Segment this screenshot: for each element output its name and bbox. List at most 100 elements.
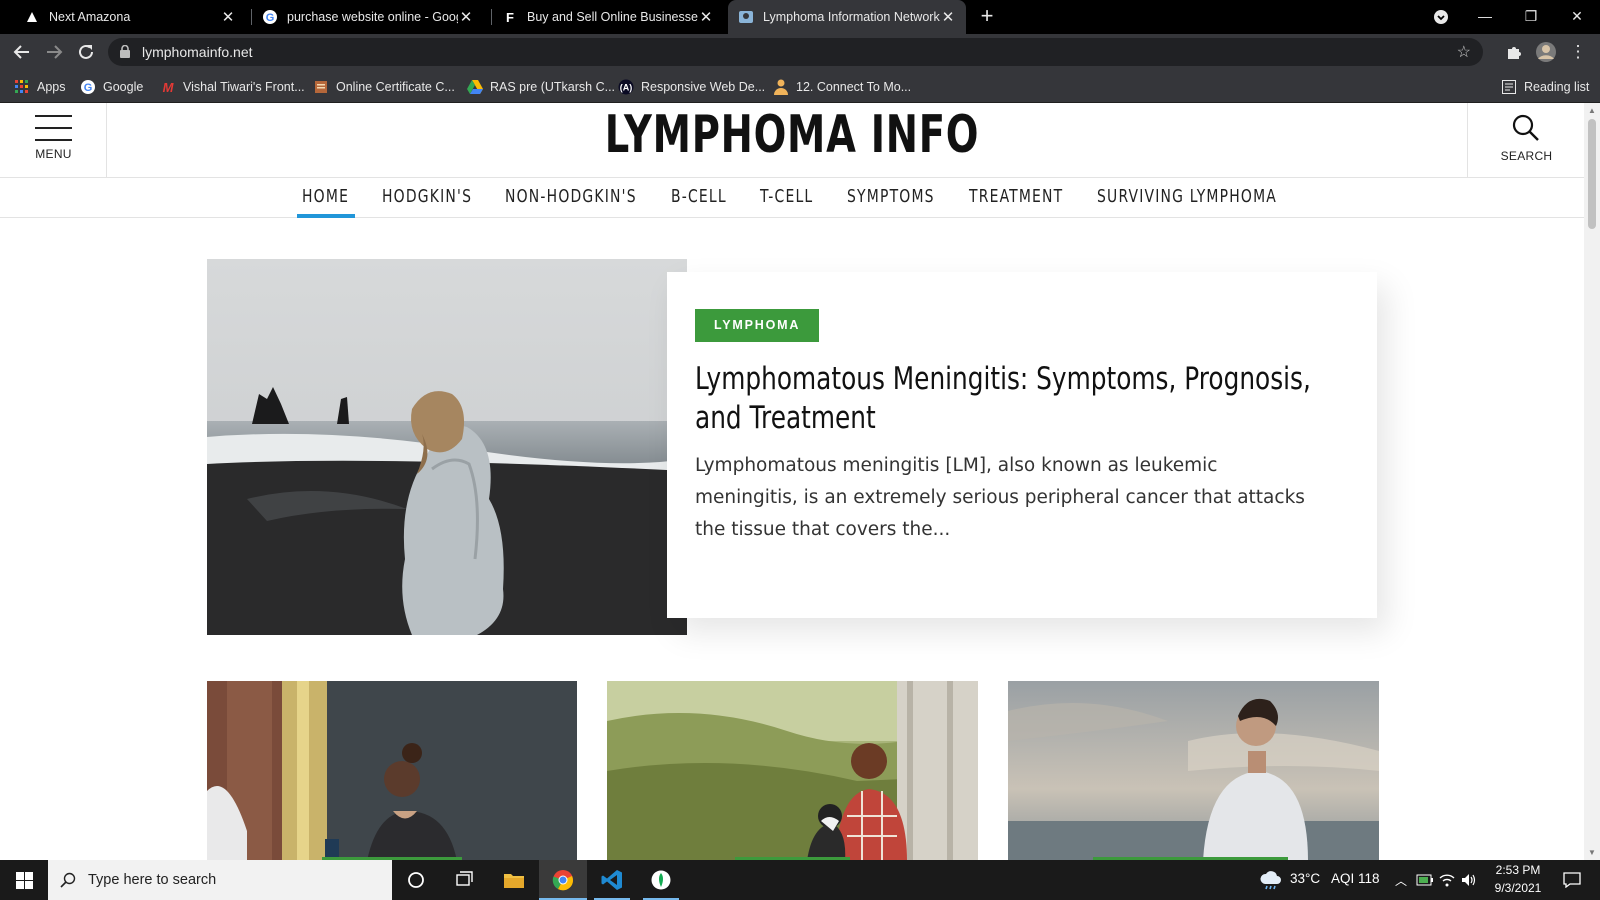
site-logo[interactable]: LYMPHOMA INFO (206, 105, 1378, 165)
bookmark-star-icon[interactable]: ☆ (1457, 42, 1471, 62)
main-nav: HOME HODGKIN'S NON-HODGKIN'S B-CELL T-CE… (0, 178, 1584, 218)
m-logo-icon: M (162, 79, 174, 95)
site-header: MENU LYMPHOMA INFO SEARCH (0, 103, 1584, 178)
new-tab-plus-icon[interactable]: + (975, 4, 999, 28)
search-label: SEARCH (1500, 149, 1553, 163)
bookmark-certificate[interactable]: Online Certificate C... (313, 77, 455, 97)
bookmark-label: 12. Connect To Mo... (796, 80, 912, 94)
close-tab-icon[interactable]: ✕ (940, 8, 956, 26)
clock-date[interactable]: 9/3/2021 (1491, 881, 1545, 895)
post-card-image[interactable] (607, 681, 978, 860)
search-icon (60, 872, 76, 888)
bookmark-google[interactable]: G Google (80, 77, 143, 97)
menu-button[interactable]: MENU (0, 103, 107, 178)
search-icon (1512, 114, 1539, 141)
nav-surviving-lymphoma[interactable]: SURVIVING LYMPHOMA (1097, 186, 1277, 207)
scroll-up-arrow-icon[interactable]: ▲ (1584, 106, 1600, 115)
close-window-icon[interactable]: ✕ (1554, 0, 1600, 34)
bookmark-vishal[interactable]: M Vishal Tiwari's Front... (160, 77, 305, 97)
browser-tab-active[interactable]: Lymphoma Information Network ✕ (728, 0, 966, 34)
google-icon: G (80, 79, 96, 95)
featured-image[interactable] (207, 259, 687, 635)
battery-icon[interactable] (1414, 860, 1436, 900)
chrome-taskbar-icon[interactable] (539, 860, 587, 900)
nav-symptoms[interactable]: SYMPTOMS (847, 186, 935, 207)
drive-icon (467, 79, 483, 95)
bookmark-ras[interactable]: RAS pre (UTkarsh C... (467, 77, 615, 97)
volume-icon[interactable] (1458, 860, 1480, 900)
file-explorer-icon[interactable] (490, 860, 538, 900)
nav-treatment[interactable]: TREATMENT (969, 186, 1063, 207)
url-text: lymphomainfo.net (142, 44, 253, 60)
tab-search-icon[interactable] (1418, 0, 1464, 34)
page-scrollbar[interactable]: ▲ ▼ (1584, 103, 1600, 860)
browser-toolbar: lymphomainfo.net ☆ ⋮ (0, 34, 1600, 70)
bookmark-connect[interactable]: 12. Connect To Mo... (773, 77, 911, 97)
person-icon (773, 79, 789, 95)
weather-aqi[interactable]: AQI 118 (1331, 871, 1380, 886)
nav-b-cell[interactable]: B-CELL (671, 186, 727, 207)
browser-tab[interactable]: F Buy and Sell Online Businesses, W ✕ (492, 0, 724, 34)
menu-label: MENU (35, 147, 72, 161)
minimize-icon[interactable]: — (1462, 0, 1508, 34)
weather-cloud-icon[interactable] (1256, 860, 1286, 900)
cortana-circle-icon[interactable] (392, 860, 440, 900)
post-card-image[interactable] (207, 681, 577, 860)
featured-post-excerpt: Lymphomatous meningitis [LM], also known… (695, 455, 1305, 540)
flippa-favicon-icon: F (506, 9, 514, 25)
lock-icon (120, 45, 130, 58)
tab-title: purchase website online - Google (287, 10, 458, 24)
post-card-image[interactable] (1008, 681, 1379, 860)
taskbar-search-placeholder: Type here to search (88, 872, 217, 888)
reading-list-label: Reading list (1524, 80, 1590, 94)
restore-icon[interactable]: ❐ (1508, 0, 1554, 34)
notifications-icon[interactable] (1552, 860, 1592, 900)
address-bar[interactable]: lymphomainfo.net ☆ (108, 38, 1483, 66)
browser-tab[interactable]: Next Amazona ✕ (14, 0, 246, 34)
close-tab-icon[interactable]: ✕ (220, 8, 236, 26)
scroll-down-arrow-icon[interactable]: ▼ (1584, 848, 1600, 857)
vscode-icon[interactable] (588, 860, 636, 900)
certificate-icon (313, 79, 329, 95)
close-tab-icon[interactable]: ✕ (698, 8, 714, 26)
bookmark-label: Responsive Web De... (641, 80, 766, 94)
bookmark-label: Apps (37, 80, 66, 94)
browser-tab[interactable]: G purchase website online - Google ✕ (252, 0, 484, 34)
search-button[interactable]: SEARCH (1467, 103, 1584, 178)
show-hidden-icons-chevron-icon[interactable]: ︿ (1390, 860, 1412, 900)
featured-post-title[interactable]: Lymphomatous Meningitis: Symptoms, Progn… (695, 360, 1335, 438)
mongodb-compass-icon[interactable] (637, 860, 685, 900)
bookmark-responsive[interactable]: (A) Responsive Web De... (618, 77, 765, 97)
nav-non-hodgkins[interactable]: NON-HODGKIN'S (505, 186, 637, 207)
forward-arrow-icon[interactable] (42, 40, 66, 64)
featured-post-card: LYMPHOMA Lymphomatous Meningitis: Sympto… (667, 272, 1377, 618)
nav-hodgkins[interactable]: HODGKIN'S (382, 186, 472, 207)
close-tab-icon[interactable]: ✕ (458, 8, 474, 26)
hamburger-icon (35, 115, 72, 151)
bookmark-apps[interactable]: Apps (14, 77, 66, 97)
apps-grid-icon (14, 79, 30, 95)
category-badge[interactable]: LYMPHOMA (695, 309, 820, 342)
back-arrow-icon[interactable] (10, 40, 34, 64)
task-view-icon[interactable] (440, 860, 488, 900)
weather-temperature[interactable]: 33°C (1290, 871, 1320, 886)
reload-icon[interactable] (74, 40, 98, 64)
profile-avatar-icon[interactable] (1534, 40, 1558, 64)
google-favicon-icon: G (262, 9, 278, 25)
taskbar-search-box[interactable]: Type here to search (48, 860, 392, 900)
clock-time[interactable]: 2:53 PM (1493, 863, 1543, 877)
extensions-puzzle-icon[interactable] (1502, 40, 1526, 64)
bookmark-label: Online Certificate C... (336, 80, 455, 94)
more-options-icon[interactable]: ⋮ (1566, 40, 1590, 64)
reading-list-button[interactable]: Reading list (1501, 77, 1589, 97)
reading-list-icon (1501, 79, 1517, 95)
nav-t-cell[interactable]: T-CELL (760, 186, 813, 207)
windows-start-icon[interactable] (0, 860, 48, 900)
bookmark-label: Vishal Tiwari's Front... (183, 80, 305, 94)
scrollbar-thumb[interactable] (1588, 119, 1596, 229)
wifi-icon[interactable] (1436, 860, 1458, 900)
nav-home[interactable]: HOME (302, 186, 349, 207)
svg-text:(A): (A) (620, 83, 633, 93)
bookmark-label: Google (103, 80, 144, 94)
lymphoma-favicon-icon (738, 9, 754, 25)
